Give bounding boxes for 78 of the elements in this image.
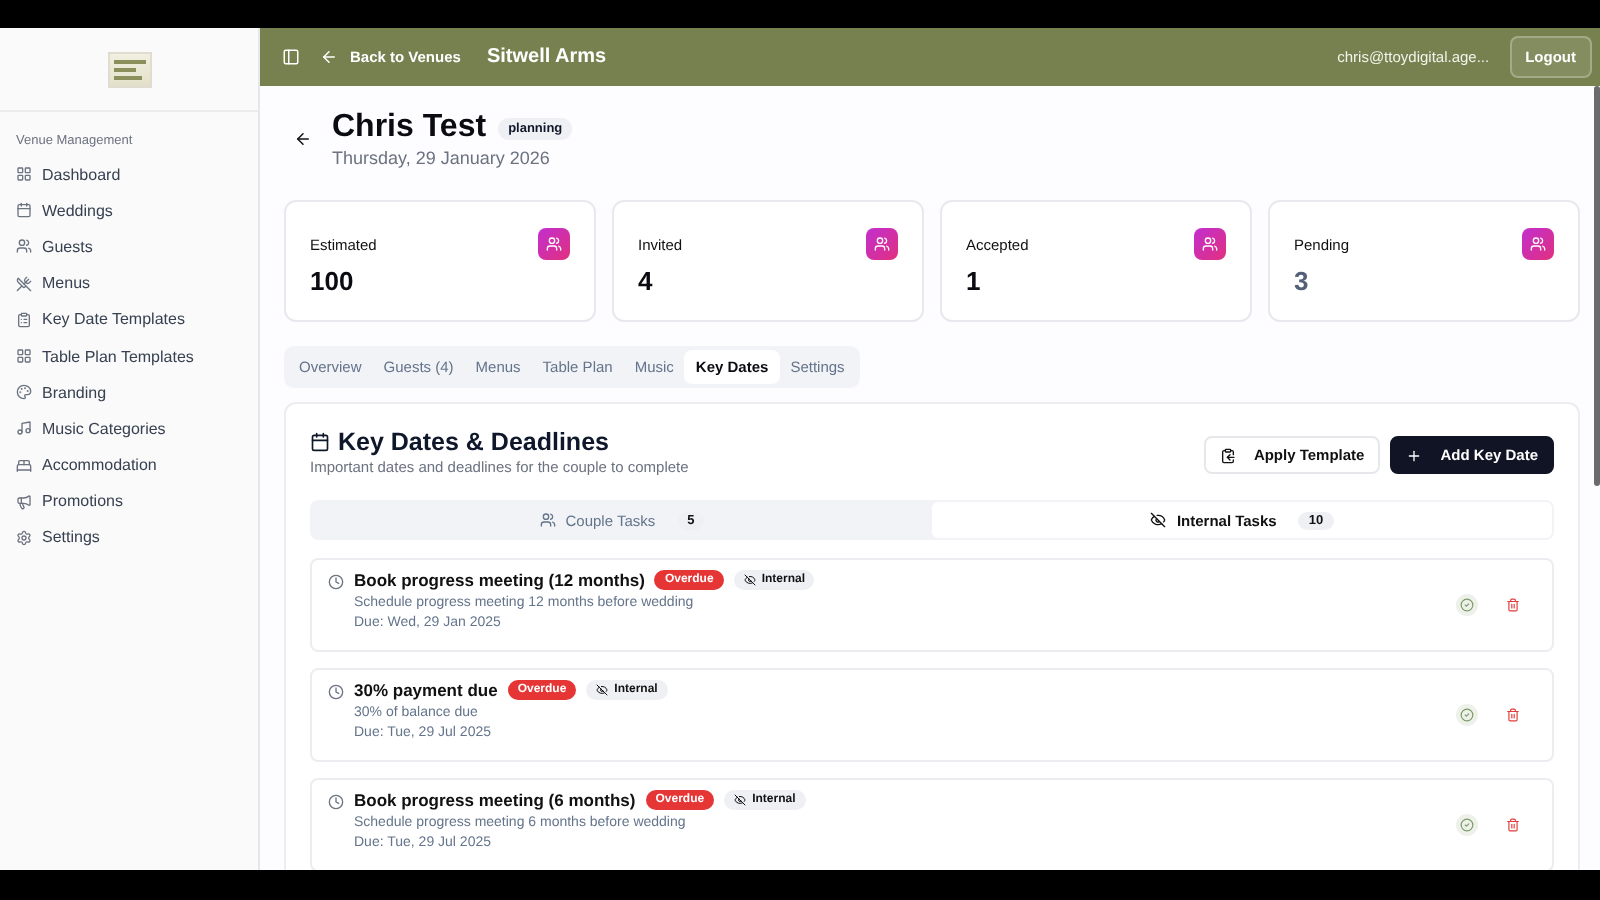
sidebar-item[interactable]: Promotions xyxy=(8,483,250,520)
wedding-date: Thursday, 29 January 2026 xyxy=(332,148,552,168)
task-title: Book progress meeting (12 months) xyxy=(354,570,645,590)
stat-value: 4 xyxy=(638,266,653,296)
check-icon xyxy=(1460,708,1474,722)
page-title: Chris Test xyxy=(332,110,487,146)
sidebar-item-label: Menus xyxy=(42,274,91,293)
clipboard-icon xyxy=(16,311,32,328)
section-heading: Key Dates & Deadlines xyxy=(338,428,609,456)
calendar-icon xyxy=(310,432,330,452)
eye-off-icon xyxy=(596,684,609,696)
check-icon xyxy=(1460,598,1474,612)
bed-icon xyxy=(16,457,32,474)
sidebar-item[interactable]: Settings xyxy=(8,519,250,557)
sidebar-item[interactable]: Table Plan Templates xyxy=(8,337,250,375)
users-icon xyxy=(1194,228,1226,260)
stat-value: 1 xyxy=(966,266,981,296)
sidebar-item-label: Guests xyxy=(42,237,93,256)
trash-icon xyxy=(1506,598,1520,612)
sidebar-item-label: Accommodation xyxy=(42,456,157,475)
task-title: 30% payment due xyxy=(354,680,498,700)
eye-off-icon xyxy=(734,794,747,806)
stat-value: 3 xyxy=(1294,266,1309,296)
eye-off-icon xyxy=(1150,512,1167,528)
plus-icon xyxy=(1406,447,1423,463)
clock-icon xyxy=(328,574,344,590)
music-icon xyxy=(16,420,32,437)
complete-button[interactable] xyxy=(1456,814,1478,836)
sidebar-item[interactable]: Accommodation xyxy=(8,447,250,484)
palette-icon xyxy=(16,384,32,401)
sidebar-toggle-button[interactable] xyxy=(282,48,300,66)
clock-icon xyxy=(328,794,344,810)
sidebar-item[interactable]: Dashboard xyxy=(8,156,250,193)
sidebar-item[interactable]: Guests xyxy=(8,228,250,266)
sidebar-item-label: Music Categories xyxy=(42,419,166,438)
users-icon xyxy=(539,512,556,528)
grid-icon xyxy=(16,166,32,183)
trash-icon xyxy=(1506,708,1520,722)
complete-button[interactable] xyxy=(1456,594,1478,616)
panel-icon xyxy=(282,48,300,66)
clock-icon xyxy=(328,684,344,700)
sidebar-item-label: Branding xyxy=(42,383,107,402)
sidebar-item-label: Settings xyxy=(42,528,100,547)
sidebar-item[interactable]: Weddings xyxy=(8,192,250,229)
users-icon xyxy=(538,228,570,260)
sidebar-item-label: Table Plan Templates xyxy=(42,347,194,366)
delete-button[interactable] xyxy=(1502,704,1524,726)
sidebar-item-label: Key Date Templates xyxy=(42,310,185,329)
grid-icon xyxy=(16,348,32,365)
arrow-left-icon xyxy=(320,48,338,66)
users-icon xyxy=(1522,228,1554,260)
venue-name: Sitwell Arms xyxy=(486,46,607,68)
delete-button[interactable] xyxy=(1502,594,1524,616)
users-icon xyxy=(16,238,32,255)
sidebar-item[interactable]: Branding xyxy=(8,374,250,411)
sidebar-item-label: Promotions xyxy=(42,492,123,511)
trash-icon xyxy=(1506,818,1520,832)
utensils-icon xyxy=(16,275,32,292)
megaphone-icon xyxy=(16,493,32,510)
scrollbar[interactable] xyxy=(1594,86,1600,486)
complete-button[interactable] xyxy=(1456,704,1478,726)
users-icon xyxy=(866,228,898,260)
sidebar-item-label: Dashboard xyxy=(42,165,121,184)
eye-off-icon xyxy=(743,574,756,586)
check-icon xyxy=(1460,818,1474,832)
calendar-icon xyxy=(16,202,32,219)
logo-icon xyxy=(107,51,151,87)
delete-button[interactable] xyxy=(1502,814,1524,836)
task-title: Book progress meeting (6 months) xyxy=(354,790,636,810)
sidebar-item[interactable]: Key Date Templates xyxy=(8,301,250,338)
sidebar-item[interactable]: Music Categories xyxy=(8,410,250,447)
arrow-left-icon xyxy=(294,130,312,148)
settings-icon xyxy=(16,529,32,546)
sidebar-item[interactable]: Menus xyxy=(8,265,250,302)
back-button[interactable] xyxy=(294,130,312,148)
stat-value: 100 xyxy=(310,266,354,296)
sidebar-item-label: Weddings xyxy=(42,201,113,220)
clipboard-icon xyxy=(1219,447,1236,463)
